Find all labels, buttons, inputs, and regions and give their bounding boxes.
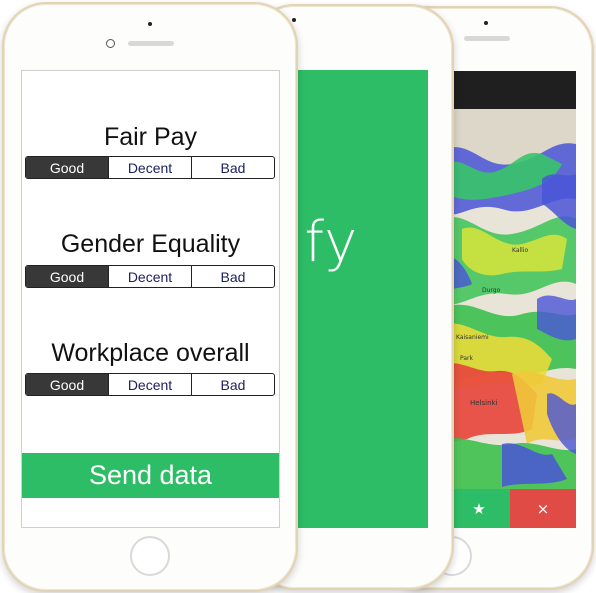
speaker xyxy=(464,36,510,41)
sensor-dot xyxy=(484,21,488,25)
heat-map[interactable]: Helsinki Kaisaniemi Park Kallio Durgo xyxy=(442,109,576,489)
heat-map-graphic xyxy=(442,109,576,489)
gender-equality-rating-control: Good Decent Bad xyxy=(25,265,275,288)
question-title-fair-pay: Fair Pay xyxy=(103,123,198,151)
map-screen: Helsinki Kaisaniemi Park Kallio Durgo ★ … xyxy=(442,71,576,528)
splash-logo-text: alify xyxy=(292,210,359,275)
workplace-overall-rating-control: Good Decent Bad xyxy=(25,373,275,396)
send-data-button[interactable]: Send data xyxy=(22,453,279,498)
gender-equality-bad-option[interactable]: Bad xyxy=(191,266,274,287)
workplace-overall-good-option[interactable]: Good xyxy=(26,374,108,395)
fair-pay-rating-control: Good Decent Bad xyxy=(25,156,275,179)
fair-pay-good-option[interactable]: Good xyxy=(26,157,108,178)
map-top-bar xyxy=(442,71,576,109)
tab-favorites[interactable]: ★ xyxy=(448,489,510,528)
question-title-workplace-overall: Workplace overall xyxy=(51,339,250,367)
fair-pay-bad-option[interactable]: Bad xyxy=(191,157,274,178)
sensor-dot xyxy=(292,18,296,22)
tab-close[interactable]: × xyxy=(510,489,576,528)
speaker xyxy=(128,41,174,46)
map-label-park: Park xyxy=(460,355,473,362)
map-label-kaisaniemi: Kaisaniemi xyxy=(456,334,489,341)
home-button[interactable] xyxy=(130,536,170,576)
phone-left: Fair Pay Good Decent Bad Gender Equality… xyxy=(2,2,298,592)
question-title-gender-equality: Gender Equality xyxy=(60,230,241,258)
front-camera xyxy=(106,39,115,48)
workplace-overall-bad-option[interactable]: Bad xyxy=(191,374,274,395)
gender-equality-decent-option[interactable]: Decent xyxy=(108,266,191,287)
map-label-durgo: Durgo xyxy=(482,287,501,294)
map-tab-bar: ★ × xyxy=(442,489,576,528)
workplace-overall-decent-option[interactable]: Decent xyxy=(108,374,191,395)
sensor-dot xyxy=(148,22,152,26)
close-icon: × xyxy=(536,499,550,518)
gender-equality-good-option[interactable]: Good xyxy=(26,266,108,287)
survey-screen: Fair Pay Good Decent Bad Gender Equality… xyxy=(21,70,280,528)
splash-screen: alify xyxy=(292,70,428,528)
map-label-kallio: Kallio xyxy=(512,247,529,254)
map-label-helsinki: Helsinki xyxy=(470,399,498,407)
fair-pay-decent-option[interactable]: Decent xyxy=(108,157,191,178)
star-icon: ★ xyxy=(472,499,486,518)
